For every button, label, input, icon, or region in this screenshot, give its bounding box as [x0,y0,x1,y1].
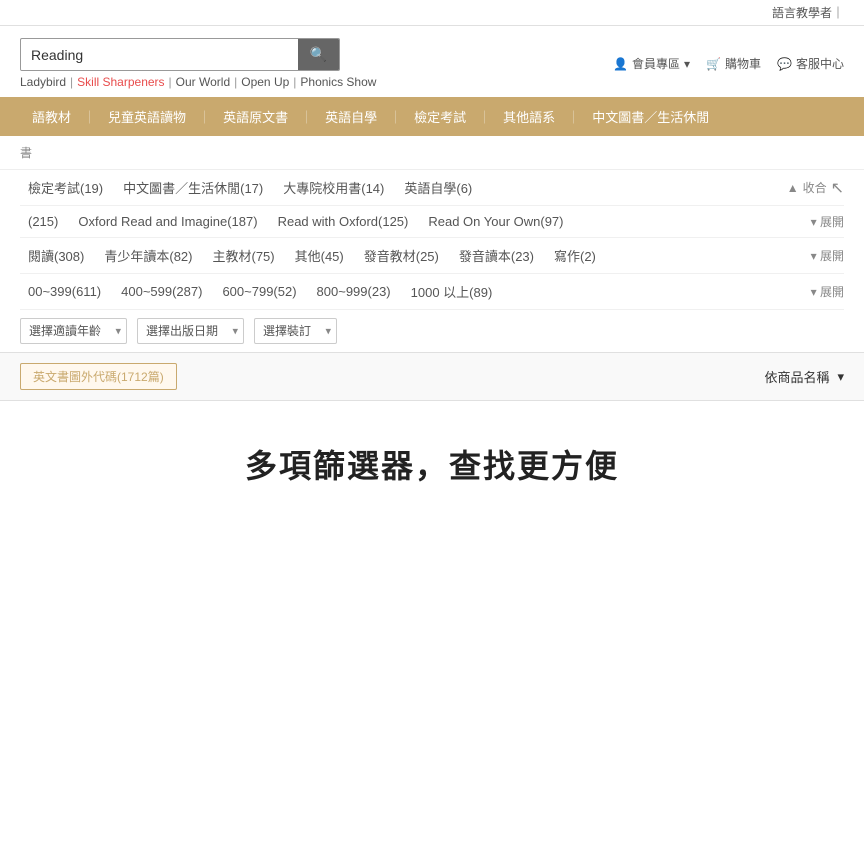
member-icon: 👤 [613,57,628,71]
breadcrumb-title: 書 [20,144,32,161]
age-select[interactable]: 選擇適讀年齡 [20,318,127,344]
expand-button-2[interactable]: ▾ 展開 [811,213,844,230]
filter-tag[interactable]: 800~999(23) [309,282,399,301]
search-input[interactable] [21,40,298,70]
expand-button-4[interactable]: ▾ 展開 [811,283,844,300]
header-right: 👤 會員專區 ▾ 🛒 購物車 💬 客服中心 [613,55,844,72]
nav-item-exam[interactable]: 檢定考試 [402,97,478,136]
top-bar: 語言教學者｜ [0,0,864,26]
link-our-world[interactable]: Our World [176,75,230,89]
promo-text-area: 多項篩選器，查找更方便 [0,401,864,527]
link-phonics-show[interactable]: Phonics Show [300,75,376,89]
service-label: 客服中心 [796,55,844,72]
filter-tag[interactable]: 發音讀本(23) [451,244,542,267]
filter-section: 檢定考試(19) 中文圖書／生活休閒(17) 大專院校用書(14) 英語自學(6… [0,170,864,352]
filter-row-4: 00~399(611) 400~599(287) 600~799(52) 800… [20,274,844,310]
cart-link[interactable]: 🛒 購物車 [706,55,761,72]
filter-tag[interactable]: 1000 以上(89) [403,280,501,303]
filter-row-1: 檢定考試(19) 中文圖書／生活休閒(17) 大專院校用書(14) 英語自學(6… [20,170,844,206]
nav-bar: 語教材 ｜ 兒童英語讀物 ｜ 英語原文書 ｜ 英語自學 ｜ 檢定考試 ｜ 其他語… [0,97,864,136]
member-label: 會員專區 [632,55,680,72]
collapse-button-1[interactable]: ▲ 收合 ↖ [787,178,844,198]
nav-item-children[interactable]: 兒童英語讀物 [96,97,198,136]
search-area: 🔍 Ladybird | Skill Sharpeners | Our Worl… [0,26,864,97]
date-select-wrap: 選擇出版日期 [137,318,244,344]
service-icon: 💬 [777,57,792,71]
link-skill-sharpeners[interactable]: Skill Sharpeners [77,75,164,89]
filter-tag[interactable]: Read with Oxford(125) [270,212,417,231]
cursor-indicator: ↖ [831,178,844,198]
date-select[interactable]: 選擇出版日期 [137,318,244,344]
nav-item-chinese[interactable]: 中文圖書／生活休閒 [580,97,721,136]
filter-tag[interactable]: 檢定考試(19) [20,176,111,199]
member-link[interactable]: 👤 會員專區 ▾ [613,55,690,72]
collapse-label: 收合 [803,179,827,196]
filter-tag[interactable]: 600~799(52) [214,282,304,301]
filter-tag[interactable]: 其他(45) [287,244,352,267]
filter-tag[interactable]: 閱讀(308) [20,244,92,267]
dropdowns-row: 選擇適讀年齡 選擇出版日期 選擇裝訂 [20,310,844,352]
filter-tag[interactable]: 中文圖書／生活休閒(17) [115,176,271,199]
link-ladybird[interactable]: Ladybird [20,75,66,89]
search-links: Ladybird | Skill Sharpeners | Our World … [20,75,376,89]
results-tab[interactable]: 英文書圖外代碼(1712篇) [20,363,177,390]
filter-row-2: (215) Oxford Read and Imagine(187) Read … [20,206,844,238]
top-bar-label: 語言教學者｜ [772,6,844,20]
filter-tag[interactable]: 寫作(2) [546,244,604,267]
promo-text: 多項篩選器，查找更方便 [245,448,619,484]
filter-tag[interactable]: 400~599(287) [113,282,210,301]
filter-tag[interactable]: 發音教材(25) [356,244,447,267]
results-count: 英文書圖外代碼(1712篇) [33,370,164,384]
filter-row-3: 閱讀(308) 青少年讀本(82) 主教材(75) 其他(45) 發音教材(25… [20,238,844,274]
filter-tag[interactable]: 青少年讀本(82) [96,244,200,267]
breadcrumb-area: 書 [0,136,864,170]
sort-right: 依商品名稱 ▾ [764,367,844,386]
nav-item-teaching[interactable]: 語教材 [20,97,83,136]
binding-select-wrap: 選擇裝訂 [254,318,337,344]
cart-icon: 🛒 [706,57,721,71]
member-dropdown-icon: ▾ [684,57,690,71]
filter-tag[interactable]: (215) [20,212,66,231]
nav-item-original[interactable]: 英語原文書 [211,97,300,136]
filter-tag[interactable]: 英語自學(6) [396,176,480,199]
service-link[interactable]: 💬 客服中心 [777,55,844,72]
nav-item-other-lang[interactable]: 其他語系 [491,97,567,136]
sort-label: 依商品名稱 [764,367,829,386]
search-button[interactable]: 🔍 [298,39,339,70]
search-box: 🔍 [20,38,340,71]
cart-label: 購物車 [725,55,761,72]
binding-select[interactable]: 選擇裝訂 [254,318,337,344]
filter-tag[interactable]: Oxford Read and Imagine(187) [70,212,265,231]
filter-tag[interactable]: 主教材(75) [204,244,282,267]
age-select-wrap: 選擇適讀年齡 [20,318,127,344]
search-left: 🔍 Ladybird | Skill Sharpeners | Our Worl… [20,38,376,89]
filter-tag[interactable]: Read On Your Own(97) [420,212,571,231]
search-icon: 🔍 [310,46,327,62]
filter-tag[interactable]: 大專院校用書(14) [275,176,392,199]
nav-item-self[interactable]: 英語自學 [313,97,389,136]
expand-button-3[interactable]: ▾ 展開 [811,247,844,264]
results-bar: 英文書圖外代碼(1712篇) 依商品名稱 ▾ [0,352,864,401]
filter-tag[interactable]: 00~399(611) [20,282,109,301]
collapse-icon: ▲ [787,181,799,195]
link-open-up[interactable]: Open Up [241,75,289,89]
sort-dropdown-icon: ▾ [837,369,844,385]
